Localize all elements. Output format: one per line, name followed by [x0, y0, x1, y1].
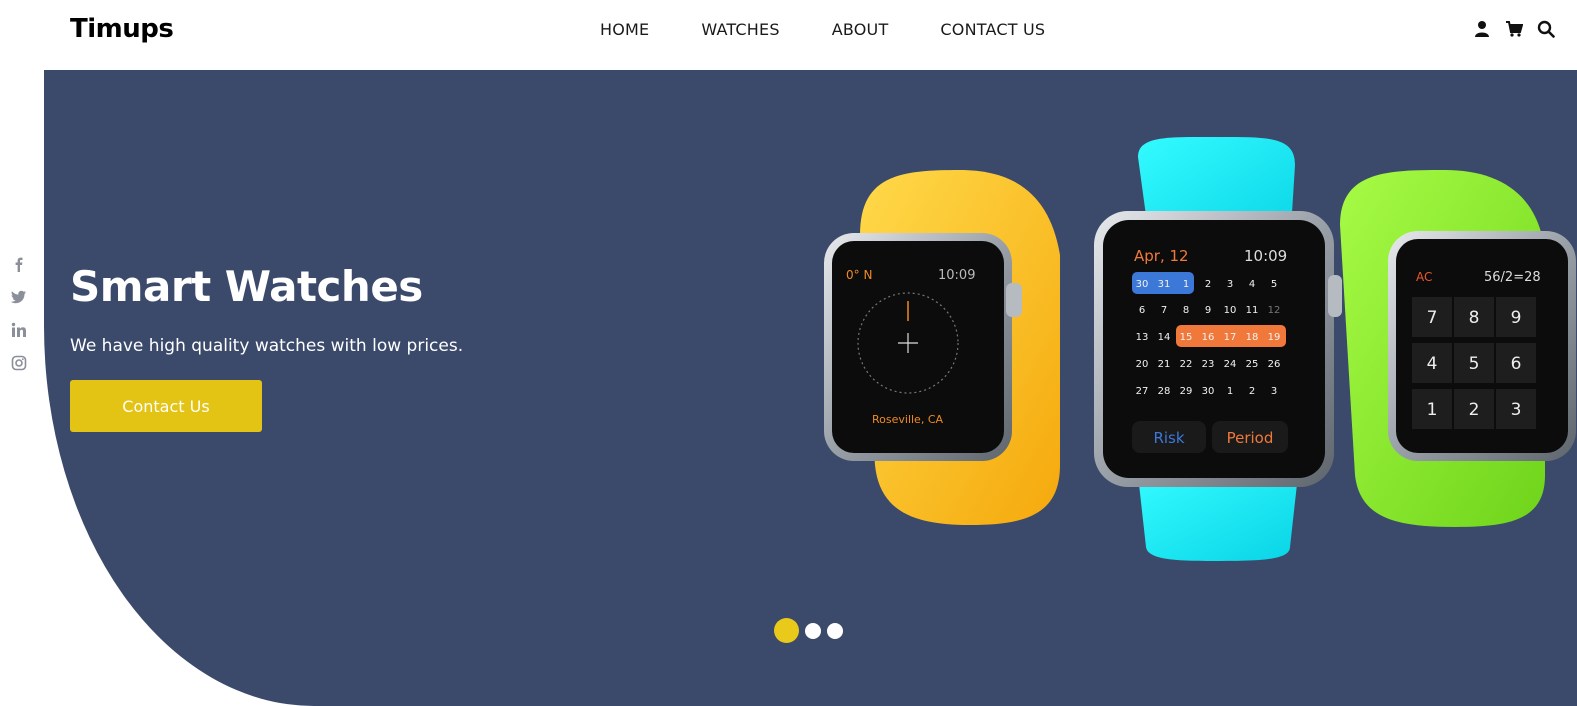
hero-banner: Smart Watches We have high quality watch… [44, 70, 1577, 706]
calc-clear: AC [1416, 270, 1432, 284]
cart-icon[interactable] [1505, 20, 1523, 38]
nav-watches[interactable]: WATCHES [701, 20, 779, 39]
hero-subtitle: We have high quality watches with low pr… [70, 336, 464, 356]
svg-text:25: 25 [1246, 359, 1259, 370]
svg-text:7: 7 [1161, 305, 1167, 316]
svg-text:27: 27 [1136, 386, 1149, 397]
compass-time: 10:09 [938, 268, 975, 283]
calendar-date: Apr, 12 [1134, 247, 1189, 265]
carousel-dot-3[interactable] [827, 622, 843, 639]
twitter-icon[interactable] [11, 289, 27, 305]
calc-display: 56/2=28 [1484, 270, 1541, 285]
svg-text:5: 5 [1469, 354, 1480, 374]
svg-text:19: 19 [1268, 332, 1281, 343]
linkedin-icon[interactable] [11, 322, 27, 338]
calendar-time: 10:09 [1244, 247, 1287, 265]
carousel-indicators [774, 618, 843, 643]
svg-text:2: 2 [1249, 386, 1255, 397]
nav-about[interactable]: ABOUT [832, 20, 889, 39]
svg-text:1: 1 [1183, 279, 1189, 290]
svg-text:7: 7 [1427, 308, 1438, 328]
compass-location: Roseville, CA [872, 413, 943, 426]
header-icons [1473, 20, 1555, 38]
svg-text:23: 23 [1202, 359, 1215, 370]
svg-text:8: 8 [1469, 308, 1480, 328]
main-nav: HOME WATCHES ABOUT CONTACT US [600, 20, 1045, 39]
svg-text:14: 14 [1158, 332, 1171, 343]
svg-text:1: 1 [1227, 386, 1233, 397]
svg-text:24: 24 [1224, 359, 1237, 370]
svg-text:20: 20 [1136, 359, 1149, 370]
svg-text:17: 17 [1224, 332, 1237, 343]
hero-watch-image: 0° N 10:09 Roseville, CA AC 56/2=28 7 8 9 … [824, 136, 1576, 561]
svg-text:26: 26 [1268, 359, 1281, 370]
facebook-icon[interactable] [11, 256, 27, 272]
svg-text:22: 22 [1180, 359, 1193, 370]
compass-heading: 0° N [846, 268, 872, 282]
svg-text:8: 8 [1183, 305, 1189, 316]
svg-text:11: 11 [1246, 305, 1259, 316]
hero-title: Smart Watches [70, 262, 423, 311]
svg-text:6: 6 [1511, 354, 1522, 374]
svg-text:4: 4 [1249, 279, 1255, 290]
carousel-dot-2[interactable] [805, 622, 821, 639]
svg-text:5: 5 [1271, 279, 1277, 290]
nav-home[interactable]: HOME [600, 20, 649, 39]
svg-text:13: 13 [1136, 332, 1149, 343]
site-header: Timups HOME WATCHES ABOUT CONTACT US [0, 0, 1577, 70]
svg-text:30: 30 [1136, 279, 1149, 290]
svg-text:2: 2 [1469, 400, 1480, 420]
user-icon[interactable] [1473, 20, 1491, 38]
social-links [11, 256, 27, 371]
nav-contact[interactable]: CONTACT US [940, 20, 1045, 39]
svg-text:9: 9 [1511, 308, 1522, 328]
svg-text:10: 10 [1224, 305, 1237, 316]
carousel-dot-1[interactable] [774, 618, 799, 643]
svg-text:16: 16 [1202, 332, 1215, 343]
svg-text:3: 3 [1271, 386, 1277, 397]
period-label: Period [1227, 429, 1274, 447]
risk-label: Risk [1153, 429, 1184, 447]
instagram-icon[interactable] [11, 355, 27, 371]
svg-text:4: 4 [1427, 354, 1438, 374]
svg-text:31: 31 [1158, 279, 1171, 290]
svg-text:3: 3 [1227, 279, 1233, 290]
svg-text:9: 9 [1205, 305, 1211, 316]
svg-text:18: 18 [1246, 332, 1259, 343]
svg-text:6: 6 [1139, 305, 1145, 316]
svg-text:28: 28 [1158, 386, 1171, 397]
svg-text:3: 3 [1511, 400, 1522, 420]
svg-text:29: 29 [1180, 386, 1193, 397]
calc-keypad: 7 8 9 4 5 6 1 2 3 [1412, 297, 1536, 429]
svg-text:2: 2 [1205, 279, 1211, 290]
search-icon[interactable] [1537, 20, 1555, 38]
logo[interactable]: Timups [70, 14, 174, 44]
svg-text:21: 21 [1158, 359, 1171, 370]
contact-us-button[interactable]: Contact Us [70, 380, 262, 432]
svg-text:30: 30 [1202, 386, 1215, 397]
svg-text:15: 15 [1180, 332, 1193, 343]
svg-text:12: 12 [1268, 305, 1281, 316]
svg-text:1: 1 [1427, 400, 1438, 420]
